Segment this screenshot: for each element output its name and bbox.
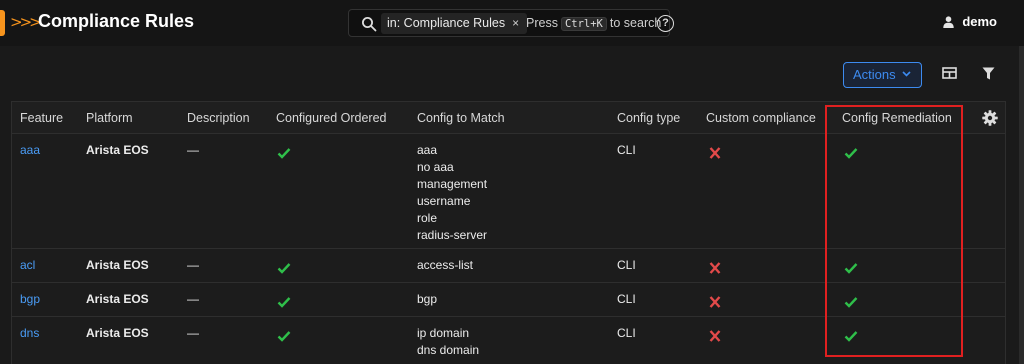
config-to-match-cell: bgp	[417, 291, 437, 308]
keyboard-shortcut: Ctrl+K	[560, 17, 607, 31]
table-row[interactable]: acl Arista EOS — access-list CLI	[12, 250, 1005, 283]
platform-cell: Arista EOS	[86, 258, 149, 272]
chevron-down-icon	[902, 71, 911, 77]
platform-cell: Arista EOS	[86, 143, 149, 157]
table-layout-icon[interactable]	[942, 67, 957, 79]
feature-link[interactable]: bgp	[20, 291, 40, 308]
check-icon	[844, 297, 858, 308]
column-header-configured-ordered[interactable]: Configured Ordered	[276, 111, 386, 125]
search-icon	[362, 17, 377, 32]
compliance-rules-table: Feature Platform Description Configured …	[11, 101, 1006, 364]
config-type-cell: CLI	[617, 292, 636, 306]
search-hint: Press Ctrl+K to search	[526, 16, 661, 31]
check-icon	[277, 148, 291, 159]
brand-accent-bar	[0, 10, 5, 36]
description-cell: —	[187, 143, 199, 157]
actions-button-label: Actions	[853, 67, 896, 82]
config-line: no aaa	[417, 160, 454, 174]
feature-link[interactable]: dns	[20, 325, 39, 342]
chip-close-icon[interactable]: ×	[512, 16, 519, 30]
config-line: ip domain	[417, 326, 470, 340]
config-line: aaa	[417, 143, 438, 157]
check-icon	[844, 331, 858, 342]
config-type-cell: CLI	[617, 258, 636, 272]
check-icon	[844, 148, 858, 159]
column-header-config-to-match[interactable]: Config to Match	[417, 111, 505, 125]
column-header-feature[interactable]: Feature	[20, 111, 63, 125]
column-header-config-remediation[interactable]: Config Remediation	[842, 111, 952, 125]
config-line: username	[417, 194, 471, 208]
search-hint-suffix: to search	[609, 16, 662, 30]
check-icon	[844, 263, 858, 274]
config-line: access-list	[417, 258, 474, 272]
x-icon	[709, 147, 721, 159]
top-navbar: >>> Compliance Rules in: Compliance Rule…	[0, 0, 1024, 46]
gear-icon[interactable]	[982, 110, 998, 126]
column-header-custom-compliance[interactable]: Custom compliance	[706, 111, 816, 125]
description-cell: —	[187, 326, 199, 340]
config-to-match-cell: access-list	[417, 257, 473, 274]
table-row[interactable]: dns Arista EOS — ip domain dns domain CL…	[12, 318, 1005, 364]
brand-chevrons-icon[interactable]: >>>	[10, 13, 42, 31]
page-title: Compliance Rules	[38, 11, 195, 31]
user-menu[interactable]: demo	[943, 14, 997, 29]
column-header-description[interactable]: Description	[187, 111, 250, 125]
check-icon	[277, 263, 291, 274]
help-icon[interactable]: ?	[657, 15, 674, 32]
config-type-cell: CLI	[617, 326, 636, 340]
scrollbar-track[interactable]	[1019, 46, 1024, 364]
config-type-cell: CLI	[617, 143, 636, 157]
actions-button[interactable]: Actions	[843, 62, 922, 88]
x-icon	[709, 262, 721, 274]
config-line: bgp	[417, 292, 438, 306]
user-icon	[943, 16, 955, 28]
table-header: Feature Platform Description Configured …	[12, 102, 1005, 134]
config-to-match-cell: ip domain dns domain	[417, 325, 479, 359]
search-scope-label: in: Compliance Rules	[387, 16, 506, 30]
x-icon	[709, 296, 721, 308]
config-line: role	[417, 211, 438, 225]
feature-link[interactable]: acl	[20, 257, 35, 274]
config-line: dns domain	[417, 343, 480, 357]
description-cell: —	[187, 258, 199, 272]
platform-cell: Arista EOS	[86, 326, 149, 340]
config-to-match-cell: aaa no aaa management username role radi…	[417, 142, 487, 244]
column-header-config-type[interactable]: Config type	[617, 111, 680, 125]
config-line: management	[417, 177, 488, 191]
platform-cell: Arista EOS	[86, 292, 149, 306]
search-hint-prefix: Press	[526, 16, 558, 30]
table-row[interactable]: bgp Arista EOS — bgp CLI	[12, 284, 1005, 317]
filter-icon[interactable]	[982, 67, 995, 80]
table-row[interactable]: aaa Arista EOS — aaa no aaa management u…	[12, 135, 1005, 249]
check-icon	[277, 331, 291, 342]
config-line: radius-server	[417, 228, 488, 242]
search-box[interactable]: in: Compliance Rules × Press Ctrl+K to sear…	[348, 9, 674, 37]
user-name: demo	[962, 14, 997, 29]
description-cell: —	[187, 292, 199, 306]
x-icon	[709, 330, 721, 342]
column-header-platform[interactable]: Platform	[86, 111, 133, 125]
check-icon	[277, 297, 291, 308]
feature-link[interactable]: aaa	[20, 142, 40, 159]
search-scope-chip[interactable]: in: Compliance Rules ×	[381, 13, 528, 34]
